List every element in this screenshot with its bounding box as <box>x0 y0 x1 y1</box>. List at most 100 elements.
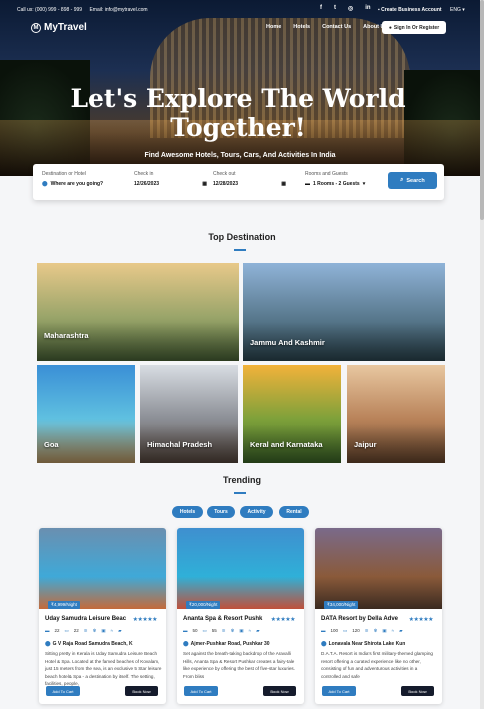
hotel-image <box>177 528 304 609</box>
language-select[interactable]: ENG ▾ <box>450 7 465 13</box>
calendar-icon: ▦ <box>202 181 207 187</box>
pool-icon: ≈ <box>248 628 252 633</box>
checkout-label: Check out <box>213 171 236 177</box>
pool-icon: ≈ <box>391 628 395 633</box>
social-links: f t ◎ in <box>320 5 371 12</box>
destination-card[interactable]: Goa <box>37 365 135 463</box>
chevron-down-icon: ▾ <box>462 7 465 13</box>
nav-item-hotels[interactable]: Hotels <box>293 24 310 30</box>
wifi-icon: ≋ <box>221 628 226 633</box>
location-pin-icon: ⬤ <box>183 641 189 647</box>
tab-tours[interactable]: Tours <box>207 506 235 518</box>
destination-name: Keral and Karnataka <box>250 440 323 449</box>
checkout-field[interactable]: Check out 12/28/2023 ▦ <box>213 171 286 187</box>
book-now-button[interactable]: Book Now <box>401 686 434 696</box>
user-icon: ● <box>388 24 392 31</box>
hotel-card[interactable]: ₹20,000/Night Ananta Spa & Resort Pushk … <box>177 528 304 704</box>
rooms-select[interactable]: 1 Rooms - 2 Guests <box>313 181 360 187</box>
hotel-address: ⬤ Ajmer-Pushkar Road, Pushkar 30 <box>183 641 270 647</box>
scrollbar[interactable] <box>480 0 484 709</box>
destination-name: Himachal Pradesh <box>147 440 213 449</box>
scrollbar-thumb[interactable] <box>480 0 484 220</box>
tab-hotels[interactable]: Hotels <box>172 506 203 518</box>
search-icon: ⌕ <box>400 177 404 183</box>
calendar-icon: ▦ <box>281 181 286 187</box>
logo[interactable]: M MyTravel <box>31 22 87 33</box>
add-to-cart-button[interactable]: Add To Cart <box>322 686 356 696</box>
hotel-name[interactable]: Uday Samudra Leisure Beac <box>45 616 126 622</box>
destination-input[interactable]: Where are you going? <box>51 181 104 187</box>
tab-activity[interactable]: Activity <box>240 506 273 518</box>
ac-icon: ✻ <box>92 628 97 633</box>
signin-button[interactable]: ● Sign In Or Register <box>382 21 446 34</box>
checkout-input[interactable]: 12/28/2023 <box>213 181 238 187</box>
linkedin-icon[interactable]: in <box>365 5 370 12</box>
bed-icon: ▬ <box>305 181 310 187</box>
tab-rental[interactable]: Rental <box>279 506 309 518</box>
contact-info: Call us: (000) 999 - 898 - 999 Email: in… <box>17 7 154 13</box>
title-underline <box>234 492 246 494</box>
hotel-card[interactable]: ₹34,000/Night DATA Resort by Della Adve … <box>315 528 442 704</box>
price-badge: ₹20,000/Night <box>186 601 221 609</box>
location-pin-icon: ⬤ <box>321 641 327 647</box>
logo-text: MyTravel <box>44 22 87 33</box>
destination-card[interactable]: Keral and Karnataka <box>243 365 341 463</box>
hotel-address: ⬤ G V Raja Road Samudra Beach, K <box>45 641 133 647</box>
trending-title: Trending <box>223 475 261 485</box>
rooms-label: Rooms and Guests <box>305 171 348 177</box>
hotel-name[interactable]: Ananta Spa & Resort Pushk <box>183 616 262 622</box>
rooms-field[interactable]: Rooms and Guests ▬ 1 Rooms - 2 Guests ▾ <box>305 171 383 187</box>
tv-icon: ▣ <box>101 628 106 633</box>
location-pin-icon: ⬤ <box>42 181 48 187</box>
email-text[interactable]: Email: info@mytravel.com <box>89 7 147 13</box>
car-icon: ▰ <box>118 628 122 633</box>
checkin-field[interactable]: Check in 12/26/2023 ▦ <box>134 171 207 187</box>
twitter-icon[interactable]: t <box>334 5 336 12</box>
destination-name: Jammu And Kashmir <box>250 338 325 347</box>
hotel-description: Sitting pretty in Kerala is Uday Samudra… <box>45 651 162 686</box>
logo-icon: M <box>31 22 41 33</box>
top-bar: Call us: (000) 999 - 898 - 999 Email: in… <box>0 0 484 18</box>
nav-item-contact[interactable]: Contact Us <box>322 24 351 30</box>
price-badge: ₹4,999/Night <box>48 601 80 609</box>
destination-label: Destination or Hotel <box>42 171 86 177</box>
amenities: ▬ 50 ▭ 55 ≋ ✻ ▣ ≈ ▰ <box>183 628 260 633</box>
destination-field[interactable]: Destination or Hotel ⬤ Where are you goin… <box>42 171 127 187</box>
business-account-link[interactable]: ▪ Create Business Account <box>378 7 442 13</box>
add-to-cart-button[interactable]: Add To Cart <box>46 686 80 696</box>
destination-name: Jaipur <box>354 440 377 449</box>
car-icon: ▰ <box>399 628 403 633</box>
nav-item-home[interactable]: Home <box>266 24 281 30</box>
add-to-cart-button[interactable]: Add To Cart <box>184 686 218 696</box>
nav-menu: Home Hotels Contact Us About Us <box>266 24 388 30</box>
destination-card[interactable]: Himachal Pradesh <box>140 365 238 463</box>
hotel-card[interactable]: ₹4,999/Night Uday Samudra Leisure Beac ★… <box>39 528 166 704</box>
amenities: ▬ 100 ▭ 120 ≋ ✻ ▣ ≈ ▰ <box>321 628 403 633</box>
main-nav: M MyTravel Home Hotels Contact Us About … <box>0 18 484 40</box>
ac-icon: ✻ <box>230 628 235 633</box>
tv-icon: ▣ <box>239 628 244 633</box>
destination-card[interactable]: Maharashtra <box>37 263 239 361</box>
search-button[interactable]: ⌕ Search <box>388 172 437 189</box>
destination-card[interactable]: Jaipur <box>347 365 445 463</box>
checkin-input[interactable]: 12/26/2023 <box>134 181 159 187</box>
star-rating: ★★★★★ <box>132 617 158 623</box>
car-icon: ▰ <box>256 628 260 633</box>
checkin-label: Check in <box>134 171 154 177</box>
location-pin-icon: ⬤ <box>45 641 51 647</box>
hotel-address: ⬤ Lonavala Near Shirota Lake Kun <box>321 641 406 647</box>
bath-icon: ▭ <box>64 628 69 633</box>
book-now-button[interactable]: Book Now <box>263 686 296 696</box>
facebook-icon[interactable]: f <box>320 5 322 12</box>
bed-icon: ▬ <box>183 628 188 633</box>
chevron-down-icon: ▾ <box>362 181 366 187</box>
star-rating: ★★★★★ <box>270 617 296 623</box>
destination-card[interactable]: Jammu And Kashmir <box>243 263 445 361</box>
phone-text: Call us: (000) 999 - 898 - 999 <box>17 7 83 13</box>
hotel-name[interactable]: DATA Resort by Della Adve <box>321 616 398 622</box>
book-now-button[interactable]: Book Now <box>125 686 158 696</box>
wifi-icon: ≋ <box>83 628 88 633</box>
hotel-description: D.A.T.A. Resort is India's first militar… <box>321 651 433 679</box>
top-destination-title: Top Destination <box>208 232 276 242</box>
instagram-icon[interactable]: ◎ <box>348 5 353 12</box>
